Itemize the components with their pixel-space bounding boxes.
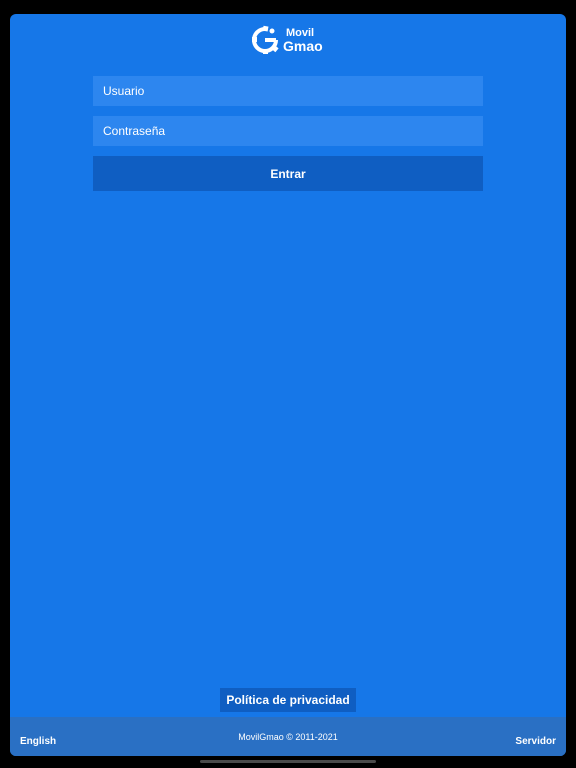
gear-g-logo-icon (252, 25, 279, 54)
enter-button[interactable]: Entrar (93, 156, 483, 191)
logo-line-1: Movil (286, 26, 315, 39)
server-link[interactable]: Servidor (515, 736, 556, 747)
password-input[interactable] (93, 116, 483, 146)
login-screen: Movil Gmao Entrar Política de privacidad… (10, 14, 566, 756)
username-input[interactable] (93, 76, 483, 106)
footer-bar: English MovilGmao © 2011-2021 Servidor (10, 717, 566, 756)
copyright-text: MovilGmao © 2011-2021 (238, 732, 338, 742)
app-logo: Movil Gmao (250, 24, 323, 56)
privacy-policy-button[interactable]: Política de privacidad (220, 688, 356, 712)
logo-line-2: Gmao (283, 37, 323, 54)
app-logo-text: Movil Gmao (283, 26, 323, 54)
home-indicator[interactable] (200, 760, 376, 763)
